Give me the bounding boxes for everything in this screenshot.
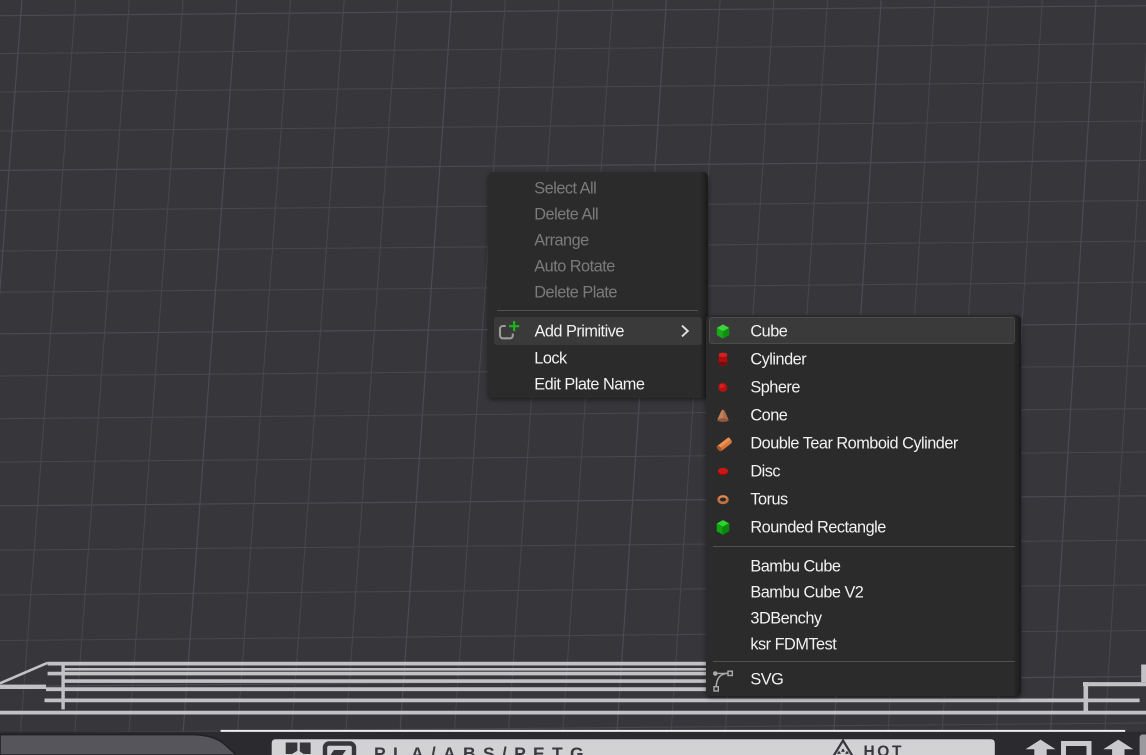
svg-text:HOT: HOT bbox=[864, 744, 905, 755]
svg-text:PLA/ABS/PETG: PLA/ABS/PETG bbox=[374, 744, 591, 755]
